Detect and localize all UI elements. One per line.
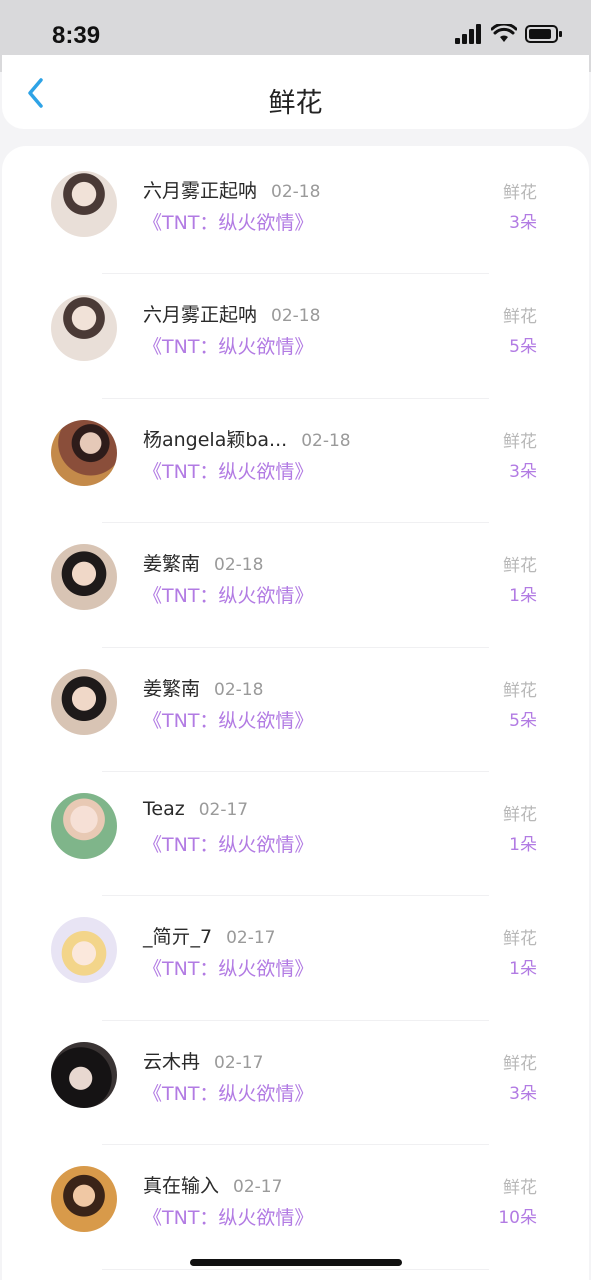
work-title[interactable]: 《TNT：纵火欲情》 xyxy=(143,1079,313,1106)
list-item[interactable]: 姜繁南 02-18 《TNT：纵火欲情》 鲜花 1朵 xyxy=(2,523,589,648)
user-name: 云木冉 xyxy=(143,1050,201,1073)
gift-type: 鲜花 xyxy=(503,929,537,950)
gift-type: 鲜花 xyxy=(503,307,537,328)
work-title[interactable]: 《TNT：纵火欲情》 xyxy=(143,1203,313,1230)
user-name: 杨angela颖ba... xyxy=(143,428,288,451)
avatar[interactable] xyxy=(51,295,117,362)
wifi-icon xyxy=(491,24,517,42)
list-item[interactable]: 六月雾正起呐 02-18 《TNT：纵火欲情》 鲜花 5朵 xyxy=(2,274,589,399)
avatar[interactable] xyxy=(51,668,117,735)
gift-type: 鲜花 xyxy=(503,431,537,452)
status-time: 8:39 xyxy=(52,22,101,49)
gift-count: 3朵 xyxy=(509,1083,537,1104)
avatar[interactable] xyxy=(51,171,117,237)
signal-icon xyxy=(455,24,481,44)
home-indicator[interactable] xyxy=(190,1259,402,1266)
divider xyxy=(102,1268,489,1270)
work-title[interactable]: 《TNT：纵火欲情》 xyxy=(143,830,313,857)
user-name: 姜繁南 xyxy=(143,553,201,576)
avatar[interactable] xyxy=(51,1041,117,1108)
gift-date: 02-17 xyxy=(233,1177,283,1198)
gift-count: 1朵 xyxy=(509,834,537,855)
avatar[interactable] xyxy=(51,544,117,611)
work-title[interactable]: 《TNT：纵火欲情》 xyxy=(143,954,313,981)
gift-count: 3朵 xyxy=(509,461,537,482)
avatar[interactable] xyxy=(51,419,117,486)
work-title[interactable]: 《TNT：纵火欲情》 xyxy=(143,706,313,733)
list-item[interactable]: 六月雾正起呐 02-18 《TNT：纵火欲情》 鲜花 3朵 xyxy=(2,150,589,275)
gift-count: 1朵 xyxy=(509,959,537,980)
avatar[interactable] xyxy=(51,917,117,984)
page-title: 鲜花 xyxy=(268,88,323,119)
gift-date: 02-17 xyxy=(214,1052,264,1073)
status-icons xyxy=(455,24,563,44)
list-item[interactable]: Teaz 02-17 《TNT：纵火欲情》 鲜花 1朵 xyxy=(2,772,589,897)
gift-date: 02-18 xyxy=(301,430,351,451)
gift-count: 5朵 xyxy=(509,710,537,731)
nav-bar: 鲜花 xyxy=(2,55,589,129)
gift-date: 02-18 xyxy=(214,679,264,700)
gift-date: 02-18 xyxy=(271,182,321,202)
gift-date: 02-17 xyxy=(226,928,276,949)
gift-type: 鲜花 xyxy=(503,804,537,825)
gift-count: 3朵 xyxy=(509,213,537,233)
gift-type: 鲜花 xyxy=(503,183,537,203)
work-title[interactable]: 《TNT：纵火欲情》 xyxy=(143,457,313,484)
list-item[interactable]: _简亓_7 02-17 《TNT：纵火欲情》 鲜花 1朵 xyxy=(2,896,589,1021)
gift-type: 鲜花 xyxy=(503,556,537,577)
avatar[interactable] xyxy=(51,792,117,859)
work-title[interactable]: 《TNT：纵火欲情》 xyxy=(143,332,313,359)
work-title[interactable]: 《TNT：纵火欲情》 xyxy=(143,581,313,608)
gift-date: 02-17 xyxy=(198,799,249,820)
list-item[interactable]: 姜繁南 02-18 《TNT：纵火欲情》 鲜花 5朵 xyxy=(2,648,589,772)
list-item[interactable]: 真在输入 02-17 《TNT：纵火欲情》 鲜花 10朵 xyxy=(2,1145,589,1270)
gift-count: 1朵 xyxy=(509,586,537,607)
user-name: 姜繁南 xyxy=(143,677,201,700)
user-name: 六月雾正起呐 xyxy=(143,180,258,202)
gift-list: 六月雾正起呐 02-18 《TNT：纵火欲情》 鲜花 3朵 六月雾正起呐 02-18… xyxy=(2,146,589,1280)
user-name: 真在输入 xyxy=(143,1175,220,1198)
battery-icon xyxy=(525,25,562,43)
list-item[interactable]: 云木冉 02-17 《TNT：纵火欲情》 鲜花 3朵 xyxy=(2,1021,589,1146)
avatar[interactable] xyxy=(51,1166,117,1233)
user-name: Teaz xyxy=(143,797,185,820)
user-name: 六月雾正起呐 xyxy=(143,304,258,327)
gift-type: 鲜花 xyxy=(503,1178,537,1199)
gift-date: 02-18 xyxy=(271,306,321,327)
gift-date: 02-18 xyxy=(214,555,264,576)
list-item[interactable]: 杨angela颖ba... 02-18 《TNT：纵火欲情》 鲜花 3朵 xyxy=(2,399,589,524)
gift-type: 鲜花 xyxy=(503,680,537,701)
gift-count: 10朵 xyxy=(498,1208,537,1229)
work-title[interactable]: 《TNT：纵火欲情》 xyxy=(143,208,313,235)
gift-count: 5朵 xyxy=(509,337,537,358)
gift-type: 鲜花 xyxy=(503,1053,537,1074)
user-name: _简亓_7 xyxy=(143,926,213,949)
